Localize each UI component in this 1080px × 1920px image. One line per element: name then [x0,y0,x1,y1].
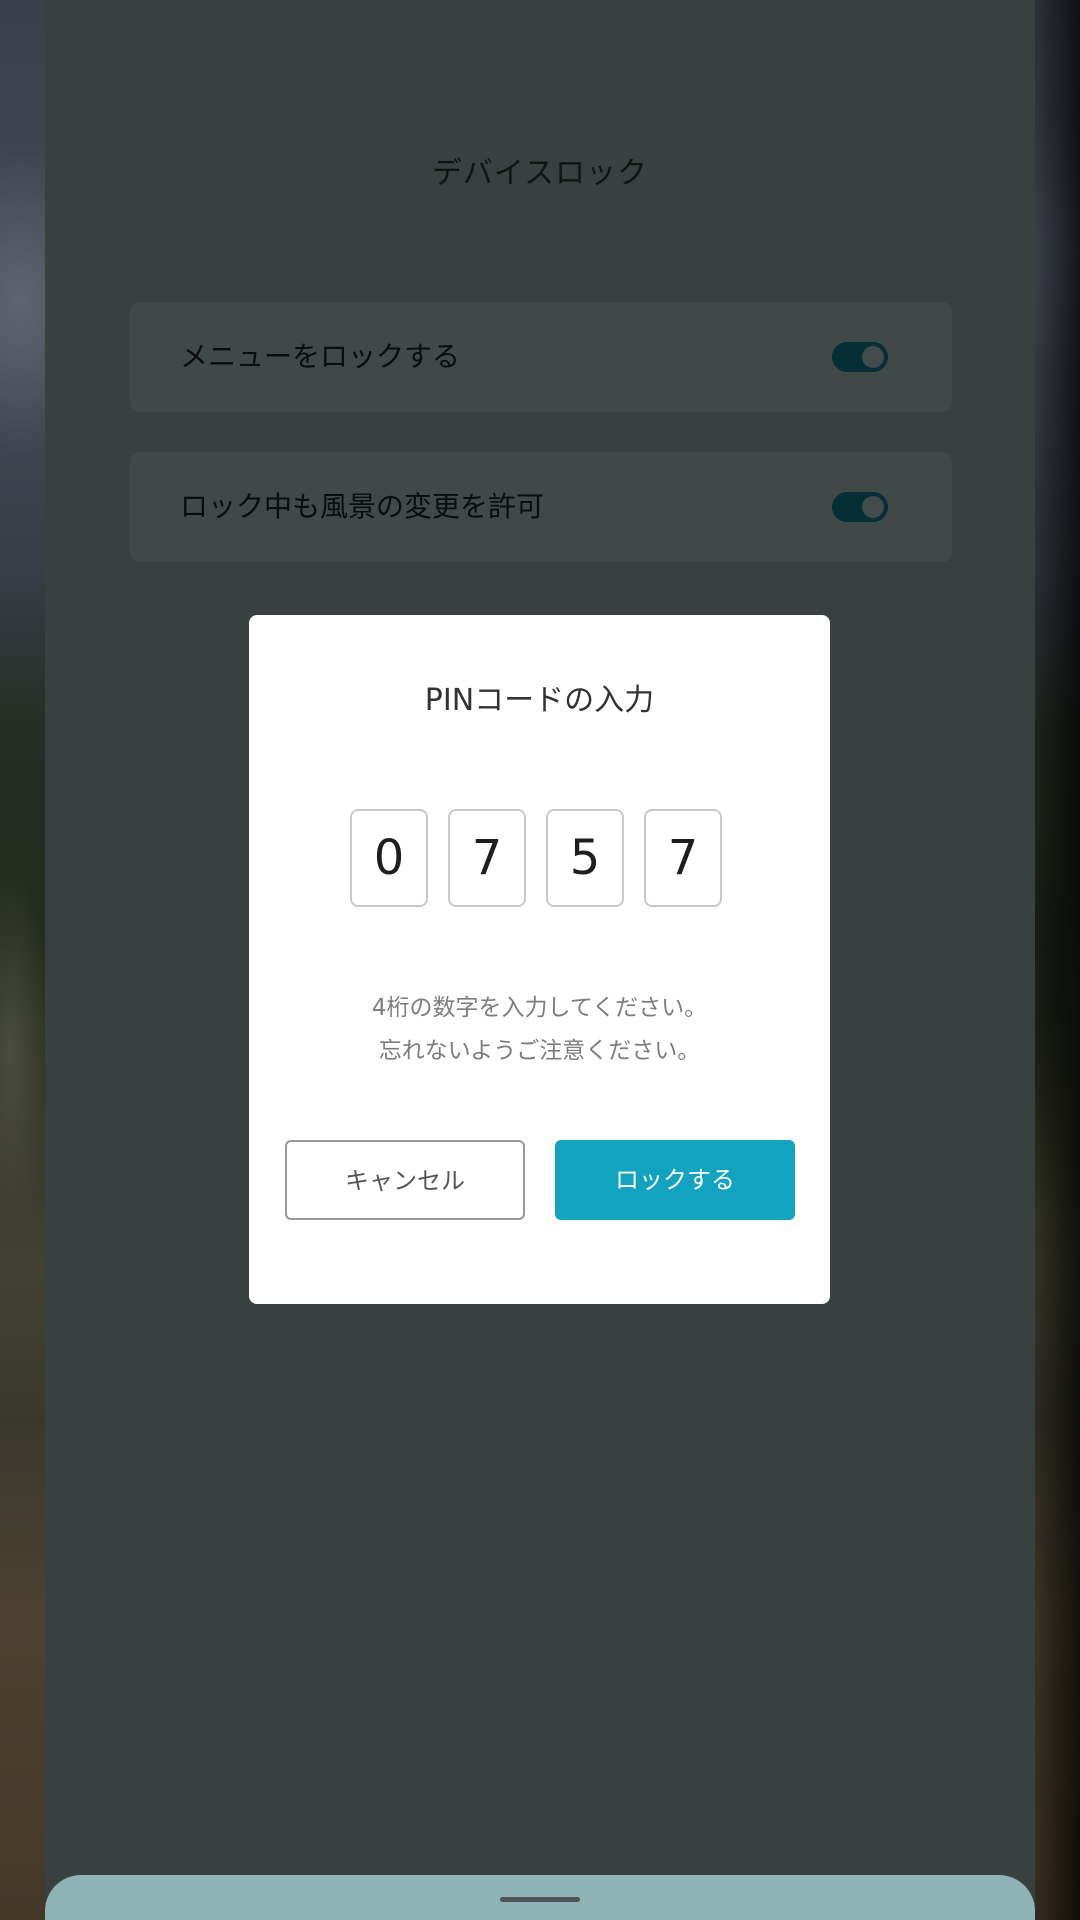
pin-digit-2[interactable]: 7 [448,809,526,907]
bottom-sheet[interactable] [45,1875,1035,1920]
pin-digit-1[interactable]: 0 [350,809,428,907]
pin-digit-4[interactable]: 7 [644,809,722,907]
drag-handle[interactable] [500,1897,580,1902]
pin-hint: 4桁の数字を入力してください。 忘れないようご注意ください。 [249,987,830,1073]
dialog-title: PINコードの入力 [424,683,655,718]
pin-input-row: 0 7 5 7 [350,809,722,907]
pin-dialog: PINコードの入力 0 7 5 7 4桁の数字を入力してください。 忘れないよう… [249,615,830,1304]
lock-button[interactable]: ロックする [555,1140,795,1220]
pin-hint-line-2: 忘れないようご注意ください。 [378,1038,701,1064]
cancel-button[interactable]: キャンセル [285,1140,525,1220]
pin-hint-line-1: 4桁の数字を入力してください。 [371,995,708,1021]
device-lock-screen: デバイスロック メニューをロックする ロック中も風景の変更を許可 PINコードの… [0,0,1080,1920]
pin-digit-3[interactable]: 5 [546,809,624,907]
